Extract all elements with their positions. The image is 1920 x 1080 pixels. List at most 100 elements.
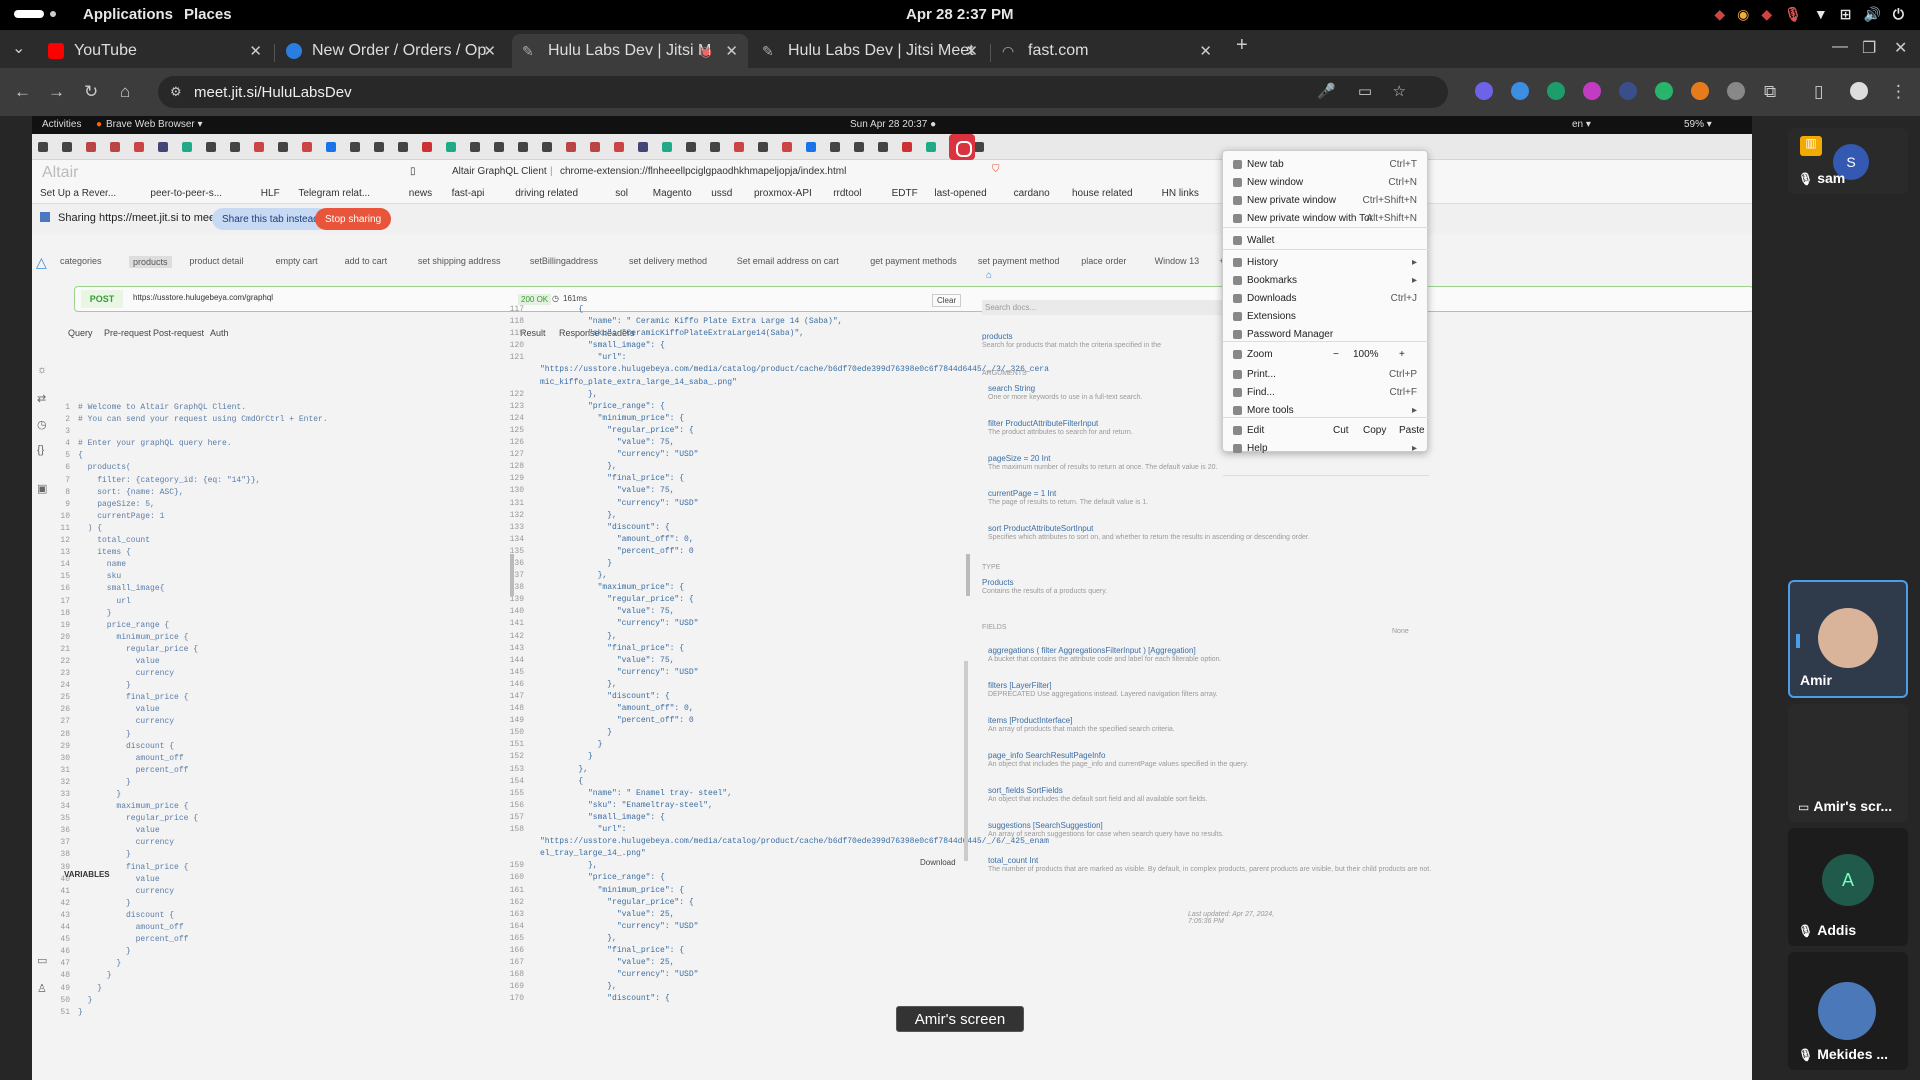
extensions-puzzle-icon[interactable]: ⧉ [1764,82,1776,102]
mic-icon[interactable]: 🎤 [1317,82,1336,100]
brave-tray-icon[interactable]: ◆ [1714,6,1725,23]
extension-icon-1[interactable] [1475,82,1493,100]
tab-youtube[interactable]: YouTube ✕ [38,34,272,68]
docs-desc: Search for products that match the crite… [982,342,1161,349]
tab-jitsi[interactable]: ✎ Hulu Labs Dev | Jitsi Meet ✕ [752,34,988,68]
field-desc: The number of products that are marked a… [988,866,1432,873]
extension-icon-5[interactable] [1619,82,1637,100]
menu-item-icon [1233,160,1242,169]
minimize-button[interactable]: — [1832,38,1848,56]
participant-name: 🎙 sam [1798,170,1846,186]
system-clock[interactable]: Apr 28 2:37 PM [906,6,1014,23]
menu-item-icon [1233,276,1242,285]
separator: | [550,166,553,177]
tab-favicon-icon [326,142,336,152]
mic-icon[interactable]: 🎙 [1784,6,1802,23]
menu-item: New tab Ctrl+T [1223,157,1429,175]
collection-icon: ▣ [37,483,48,495]
back-button[interactable]: ← [14,82,31,102]
globe-icon[interactable] [1727,82,1745,100]
bookmark-item: last-opened [934,188,987,199]
tab-fast[interactable]: ◠ fast.com ✕ [992,34,1222,68]
field-desc: An object that includes the default sort… [988,796,1208,803]
docs-title: products [982,332,1013,341]
close-icon[interactable]: ✕ [1199,42,1212,60]
tab-jitsi-active[interactable]: ✎ Hulu Labs Dev | Jitsi M ◉ ✕ [512,34,748,68]
tab-favicon-icon [854,142,864,152]
response-time: 161ms [563,294,588,303]
tab-divider [990,44,991,62]
tab-new-order[interactable]: New Order / Orders / Op ✕ [276,34,506,68]
tab-favicon-icon [374,142,384,152]
address-bar[interactable]: ⚙ meet.jit.si/HuluLabsDev 🎤 ▭ ☆ [158,76,1448,108]
close-icon[interactable]: ✕ [249,42,262,60]
query-window-tab: categories [60,256,102,266]
power-icon[interactable]: ⏻ [1893,6,1904,23]
tab-search-icon[interactable]: ⌄ [12,38,25,58]
tab-favicon-icon [614,142,624,152]
home-button[interactable]: ⌂ [120,82,130,102]
profile-avatar[interactable] [1850,82,1868,100]
jitsi-icon: ✎ [522,43,534,59]
menu-item-icon [1233,370,1242,379]
system-tray[interactable]: ◆ ◉ ◆ 🎙 ▼ ⊞ 🔊 ⏻ [1714,6,1904,23]
tab-favicon-icon [302,142,312,152]
participant-addis[interactable]: A 🎙 Addis [1788,828,1908,946]
sidebar-toggle-icon[interactable]: ▯ [1814,82,1823,102]
shared-clock: Sun Apr 28 20:37 ● [850,119,937,130]
youtube-icon [48,43,64,59]
reload-button[interactable]: ↻ [84,82,98,102]
close-icon[interactable]: ✕ [965,42,978,60]
bookmark-icon: ▯ [410,166,416,177]
bookmark-item: Magento [652,188,692,199]
extension-icon-2[interactable] [1511,82,1529,100]
docs-home-icon: ⌂ [986,270,993,281]
wifi-icon[interactable]: ▼ [1814,6,1828,23]
menu-item-shortcut: Alt+Shift+N [1366,213,1417,224]
tab-title: fast.com [1028,42,1089,59]
menu-item-icon [1233,258,1242,267]
menu-kebab-icon[interactable]: ⋮ [1890,82,1907,102]
cast-icon[interactable]: ▭ [1358,82,1372,100]
close-window-button[interactable]: ✕ [1894,38,1907,58]
docs-search: Search docs... [982,300,1222,315]
site-info-icon[interactable]: ⚙ [170,84,182,100]
chrome-tray-icon[interactable]: ◉ [1737,6,1749,23]
brave-tray-icon-2[interactable]: ◆ [1761,6,1772,23]
argument-name: sort ProductAttributeSortInput [988,524,1094,533]
forward-button[interactable]: → [48,82,65,102]
participant-amir[interactable]: Amir [1788,580,1908,698]
participant-amir-screen[interactable]: ▭ Amir's scr... [1788,704,1908,822]
field-name: suggestions [SearchSuggestion] [988,821,1103,830]
close-icon[interactable]: ✕ [483,42,496,60]
close-icon[interactable]: ✕ [725,42,738,60]
field-name: sort_fields SortFields [988,786,1063,795]
menu-item-label: Password Manager [1247,329,1334,340]
extension-icon-6[interactable] [1655,82,1673,100]
volume-icon[interactable]: 🔊 [1863,6,1880,23]
participant-sam[interactable]: ▥ S 🎙 sam [1788,128,1908,194]
network-icon[interactable]: ⊞ [1840,6,1852,23]
menu-item: Downloads Ctrl+J [1223,291,1429,309]
applications-menu[interactable]: Applications [83,6,173,23]
tab-favicon-icon [782,142,792,152]
new-tab-button[interactable]: + [1236,34,1248,57]
places-menu[interactable]: Places [184,6,232,23]
bookmark-star-icon[interactable]: ☆ [1393,82,1406,100]
extension-icon-7[interactable] [1691,82,1709,100]
tab-favicon-icon [662,142,672,152]
stats-icon[interactable]: ▥ [1800,136,1822,156]
menu-item-shortcut: Ctrl+J [1390,293,1417,304]
tab-favicon-icon [734,142,744,152]
extension-icon-4[interactable] [1583,82,1601,100]
grammarly-icon[interactable] [1547,82,1565,100]
workspace-indicator[interactable] [14,10,44,18]
screen-share-icon: ▭ [1798,800,1810,814]
zoom-out-button: − [1333,349,1339,360]
workspace-dot[interactable] [50,11,56,17]
bookmark-item: cardano [1013,188,1050,199]
splitter-handle [510,554,514,596]
menu-item-icon [1233,426,1242,435]
participant-mekides[interactable]: 🎙 Mekides ... [1788,952,1908,1070]
maximize-button[interactable]: ❐ [1862,38,1876,58]
